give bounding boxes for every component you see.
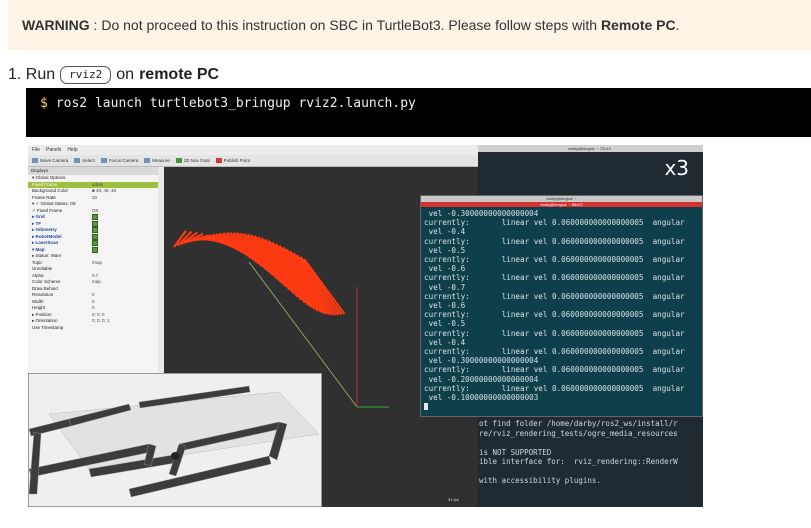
- tool-move-camera[interactable]: Move Camera: [32, 158, 68, 163]
- terminal-line: currently: linear vel 0.0600000000000000…: [424, 291, 685, 301]
- tool-nav-goal[interactable]: 2D Nav Goal: [175, 158, 210, 163]
- background-terminal-line: with accessibility plugins.: [479, 476, 601, 485]
- checkbox[interactable]: [92, 233, 98, 240]
- gazebo-world: [28, 374, 321, 506]
- robot-model: [171, 452, 179, 460]
- terminal-line: currently: linear vel 0.0600000000000000…: [424, 383, 685, 393]
- terminal-line: currently: linear vel 0.0600000000000000…: [424, 328, 685, 338]
- fps-status: 31 fps: [448, 497, 459, 502]
- code-command: ros2 launch turtlebot3_bringup rviz2.lau…: [55, 96, 416, 111]
- background-terminal-title: darby@kingod: ~ 72x19: [476, 145, 703, 152]
- terminal-cursor: [424, 403, 428, 411]
- warning-text: : Do not proceed to this instruction on …: [89, 17, 601, 33]
- command-kbd: rviz2: [60, 66, 112, 84]
- terminal-line: vel -0.10000000000000003: [424, 393, 539, 402]
- menu-file[interactable]: File: [32, 147, 40, 153]
- step-heading: 1. Run rviz2 on remote PC: [8, 66, 219, 84]
- terminal-line: currently: linear vel 0.0600000000000000…: [424, 273, 685, 283]
- warning-end: .: [675, 17, 680, 33]
- display-properties: ▾ Global Options Fixed Frame odom Backgroun…: [28, 175, 158, 331]
- step-target: remote PC: [139, 66, 220, 83]
- warning-emphasis: Remote PC: [600, 17, 676, 33]
- speed-label: x3: [664, 156, 689, 180]
- step-on: on: [116, 66, 135, 83]
- camera-icon: [32, 158, 38, 163]
- background-terminal-line: ot find folder /home/darby/ros2_ws/insta…: [479, 419, 678, 428]
- tool-measure[interactable]: Measure: [144, 158, 170, 163]
- odometry-arrows: [173, 230, 346, 316]
- terminal-line: vel -0.20000000000000004: [424, 374, 539, 384]
- displays-title: Displays: [28, 167, 158, 175]
- rviz-toolbar: Move Camera Select Focus Camera Measure …: [28, 155, 478, 167]
- rviz-menu-bar: File Panels Help: [28, 145, 478, 155]
- terminal-line: vel -0.4: [424, 337, 466, 347]
- code-block[interactable]: $ ros2 launch turtlebot3_bringup rviz2.la…: [26, 88, 811, 137]
- select-icon: [74, 158, 81, 163]
- tool-focus-camera[interactable]: Focus Camera: [100, 158, 138, 163]
- property-row[interactable]: Use Timestamp: [28, 325, 158, 332]
- terminal-line: currently: linear vel 0.0600000000000000…: [424, 310, 685, 320]
- background-terminal-line: ible interface for: rviz_rendering::Rend…: [479, 457, 678, 466]
- background-terminal-line: is NOT SUPPORTED: [479, 447, 552, 457]
- terminal-line: vel -0.6: [424, 264, 466, 274]
- pin-icon: [215, 158, 222, 163]
- ruler-icon: [144, 158, 151, 163]
- screenshot-image: darby@kingod: ~ 72x19 x3 ot find folder …: [28, 145, 703, 507]
- warning-label: WARNING: [22, 17, 90, 33]
- terminal-line: vel -0.5: [424, 245, 466, 255]
- property-key: Use Timestamp: [32, 324, 64, 330]
- terminal-line: currently: linear vel 0.0600000000000000…: [424, 255, 685, 264]
- focus-icon: [100, 158, 107, 163]
- checkbox[interactable]: [92, 214, 98, 220]
- teleop-terminal[interactable]: darby@kingod: ~ darby@kingod: ~ 56x22 ve…: [420, 195, 703, 417]
- terminal-line: currently: linear vel 0.0600000000000000…: [424, 347, 685, 356]
- terminal-line: vel -0.30000000000000004: [424, 356, 539, 366]
- gazebo-simulation-view: [28, 373, 322, 507]
- background-terminal-line: re/rviz_rendering_tests/ogre_media_resou…: [479, 428, 678, 438]
- step-number: 1. Run: [8, 66, 56, 83]
- checkbox[interactable]: [92, 246, 98, 253]
- shell-prompt: $: [40, 96, 48, 111]
- terminal-line: vel -0.7: [424, 282, 466, 292]
- terminal-line: currently: linear vel 0.0600000000000000…: [424, 365, 685, 375]
- menu-help[interactable]: Help: [67, 147, 77, 153]
- terminal-subtitle: darby@kingod: ~ 56x22: [421, 202, 702, 207]
- arrow-icon: [175, 158, 182, 163]
- menu-panels[interactable]: Panels: [46, 147, 61, 153]
- tool-publish-point[interactable]: Publish Point: [215, 158, 250, 163]
- terminal-line: vel -0.30000000000000004: [424, 209, 539, 218]
- checkbox[interactable]: [92, 227, 98, 233]
- terminal-line: currently: linear vel 0.0600000000000000…: [424, 236, 685, 246]
- terminal-line: vel -0.5: [424, 319, 466, 329]
- terminal-line: currently: linear vel 0.0600000000000000…: [424, 218, 685, 228]
- warning-banner: WARNING : Do not proceed to this instruc…: [8, 0, 811, 50]
- property-value: [92, 325, 158, 332]
- checkbox[interactable]: [92, 220, 98, 227]
- tool-select[interactable]: Select: [74, 158, 95, 163]
- checkbox[interactable]: [92, 240, 98, 246]
- terminal-line: vel -0.4: [424, 227, 466, 237]
- terminal-line: vel -0.6: [424, 301, 466, 310]
